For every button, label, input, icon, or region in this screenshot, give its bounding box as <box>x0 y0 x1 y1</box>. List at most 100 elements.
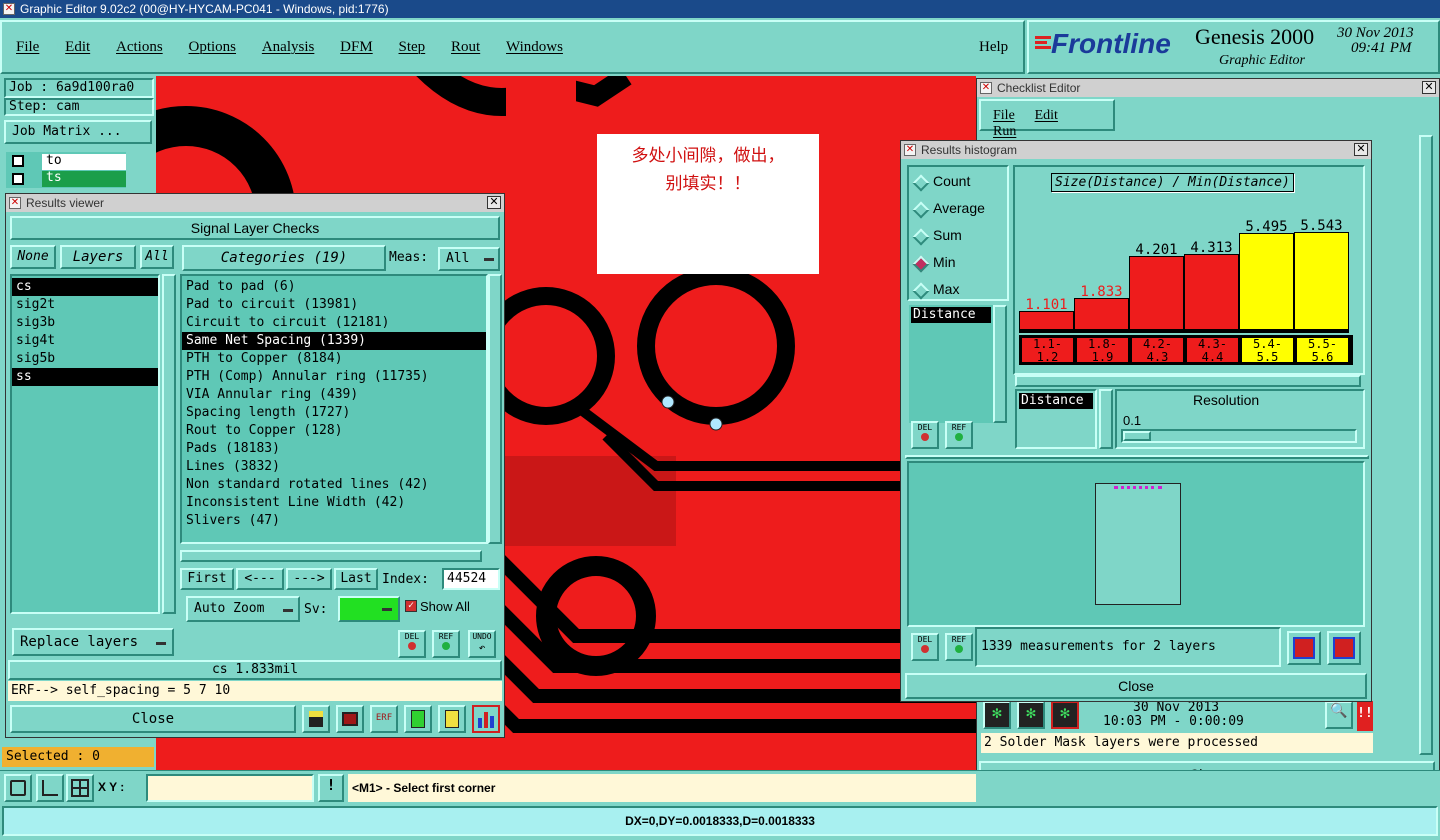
menu-dfm[interactable]: DFM <box>340 39 373 56</box>
auto-zoom-dropdown[interactable]: Auto Zoom <box>186 596 300 622</box>
run-icon[interactable]: ✻ <box>983 701 1011 729</box>
signal-layer-checks-header[interactable]: Signal Layer Checks <box>10 216 500 240</box>
menu-file[interactable]: File <box>16 39 39 56</box>
pane-divider[interactable] <box>905 455 1369 459</box>
preview-del-button[interactable]: DEL <box>911 633 939 661</box>
max-radio[interactable] <box>912 282 930 300</box>
sv-color-dropdown[interactable] <box>338 596 400 622</box>
checklist-menu-edit[interactable]: Edit <box>1035 108 1058 124</box>
close-icon[interactable]: ✕ <box>487 196 501 209</box>
histogram-bar[interactable] <box>1239 233 1294 330</box>
histogram-bar[interactable] <box>1184 254 1239 330</box>
histogram-bar[interactable] <box>1294 232 1349 330</box>
layers-scrollbar[interactable] <box>162 274 176 614</box>
close-button[interactable]: Close <box>10 705 296 733</box>
layer-to[interactable]: to <box>42 154 126 170</box>
layer-item[interactable]: sig4t <box>12 332 158 350</box>
job-matrix-button[interactable]: Job Matrix ... <box>4 120 152 144</box>
field-item-distance[interactable]: Distance <box>911 307 991 323</box>
checklist-menu-file[interactable]: File <box>993 108 1015 124</box>
erf-icon[interactable]: ERF <box>370 705 398 733</box>
categories-hscrollbar[interactable] <box>180 550 482 562</box>
histogram-bar[interactable] <box>1074 298 1129 330</box>
show-all-checkbox[interactable]: ✓ <box>405 600 417 612</box>
category-item[interactable]: Spacing length (1727) <box>182 404 486 422</box>
zoom-area-icon[interactable] <box>4 774 32 802</box>
close-icon[interactable]: ✕ <box>1422 81 1436 94</box>
resolution-slider-thumb[interactable] <box>1123 431 1151 441</box>
category-item[interactable]: Lines (3832) <box>182 458 486 476</box>
category-item[interactable]: Pad to circuit (13981) <box>182 296 486 314</box>
category-item[interactable]: Rout to Copper (128) <box>182 422 486 440</box>
last-button[interactable]: Last <box>334 568 378 590</box>
del-button[interactable]: DEL <box>398 630 426 658</box>
histogram-bar[interactable] <box>1019 311 1074 330</box>
alert-icon[interactable]: !! <box>1357 701 1373 731</box>
min-radio[interactable] <box>912 255 930 273</box>
menu-help[interactable]: Help <box>979 39 1008 56</box>
next-button[interactable]: ---> <box>286 568 332 590</box>
distance-scrollbar[interactable] <box>1099 389 1113 449</box>
layers-list[interactable]: cs sig2t sig3b sig4t sig5b ss <box>10 274 160 614</box>
meas-dropdown[interactable]: All <box>438 247 500 271</box>
layers-button[interactable]: Layers <box>60 245 136 269</box>
menu-options[interactable]: Options <box>189 39 237 56</box>
menu-windows[interactable]: Windows <box>506 39 563 56</box>
layer-item[interactable]: ss <box>12 368 158 386</box>
category-item[interactable]: VIA Annular ring (439) <box>182 386 486 404</box>
screen-icon[interactable] <box>336 705 364 733</box>
import-chart-icon[interactable] <box>1327 631 1361 665</box>
list-icon[interactable] <box>404 705 432 733</box>
measure-icon[interactable] <box>36 774 64 802</box>
menu-rout[interactable]: Rout <box>451 39 480 56</box>
layer-item[interactable]: sig2t <box>12 296 158 314</box>
layer-checkbox[interactable] <box>12 155 24 167</box>
all-button[interactable]: All <box>140 245 174 269</box>
menu-analysis[interactable]: Analysis <box>262 39 315 56</box>
category-item[interactable]: PTH (Comp) Annular ring (11735) <box>182 368 486 386</box>
warning-icon[interactable]: ! <box>318 774 344 802</box>
field-scrollbar[interactable] <box>993 305 1007 423</box>
checklist-menu-run[interactable]: Run <box>993 124 1016 140</box>
menu-step[interactable]: Step <box>399 39 426 56</box>
index-input[interactable]: 44524 <box>442 568 500 590</box>
category-item[interactable]: Same Net Spacing (1339) <box>182 332 486 350</box>
ref-button[interactable]: REF <box>432 630 460 658</box>
checklist-scrollbar[interactable] <box>1419 135 1433 755</box>
histogram-bar[interactable] <box>1129 256 1184 330</box>
layer-item[interactable]: sig3b <box>12 314 158 332</box>
xy-input[interactable] <box>146 774 314 802</box>
report-icon[interactable] <box>302 705 330 733</box>
run-all-icon[interactable]: ✻ <box>1017 701 1045 729</box>
category-item[interactable]: Inconsistent Line Width (42) <box>182 494 486 512</box>
category-item[interactable]: PTH to Copper (8184) <box>182 350 486 368</box>
replace-layers-dropdown[interactable]: Replace layers <box>12 628 174 656</box>
notes-icon[interactable] <box>438 705 466 733</box>
hist-del-button[interactable]: DEL <box>911 421 939 449</box>
layer-item[interactable]: cs <box>12 278 158 296</box>
layer-checkbox[interactable] <box>12 173 24 185</box>
category-item[interactable]: Non standard rotated lines (42) <box>182 476 486 494</box>
sum-radio[interactable] <box>912 228 930 246</box>
layer-item[interactable]: sig5b <box>12 350 158 368</box>
category-item[interactable]: Pads (18183) <box>182 440 486 458</box>
histogram-close-button[interactable]: Close <box>905 673 1367 699</box>
export-chart-icon[interactable] <box>1287 631 1321 665</box>
field-list[interactable]: Distance <box>909 305 993 423</box>
category-item[interactable]: Pad to pad (6) <box>182 278 486 296</box>
undo-button[interactable]: UNDO ↶ <box>468 630 496 658</box>
category-item[interactable]: Slivers (47) <box>182 512 486 530</box>
preview-ref-button[interactable]: REF <box>945 633 973 661</box>
chart-hscrollbar[interactable] <box>1015 375 1361 387</box>
average-radio[interactable] <box>912 201 930 219</box>
close-icon[interactable]: ✕ <box>1354 143 1368 156</box>
zoom-icon[interactable]: 🔍 <box>1325 701 1353 729</box>
menu-edit[interactable]: Edit <box>65 39 90 56</box>
first-button[interactable]: First <box>180 568 234 590</box>
hist-ref-button[interactable]: REF <box>945 421 973 449</box>
category-item[interactable]: Circuit to circuit (12181) <box>182 314 486 332</box>
menu-actions[interactable]: Actions <box>116 39 163 56</box>
categories-list[interactable]: Pad to pad (6) Pad to circuit (13981) Ci… <box>180 274 488 544</box>
stop-icon[interactable]: ✻ <box>1051 701 1079 729</box>
none-button[interactable]: None <box>10 245 56 269</box>
